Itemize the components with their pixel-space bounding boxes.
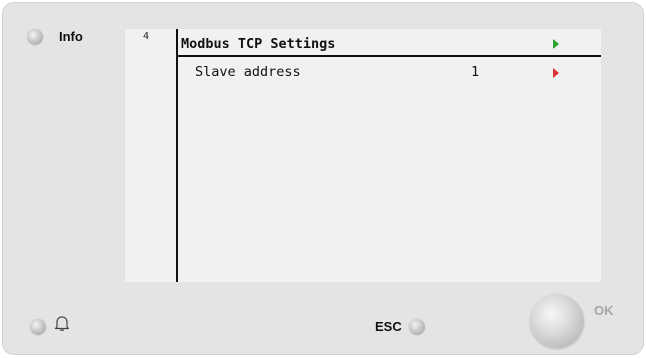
alarm-led[interactable] [30, 319, 46, 335]
info-led[interactable] [27, 29, 43, 45]
controller-panel: Info 4 Modbus TCP Settings Slave address… [2, 2, 644, 355]
esc-label: ESC [375, 319, 402, 334]
ok-knob[interactable] [530, 294, 584, 348]
slave-address-value[interactable]: 1 [471, 64, 479, 80]
title-underline [176, 55, 601, 57]
ok-label: OK [594, 303, 614, 318]
slave-address-label: Slave address [195, 64, 301, 80]
esc-button[interactable] [409, 319, 425, 335]
bell-icon[interactable] [54, 314, 70, 332]
page-number: 4 [143, 31, 150, 42]
play-arrow-icon [553, 39, 559, 49]
vertical-divider [176, 29, 178, 282]
screen-title: Modbus TCP Settings [181, 36, 336, 52]
display-screen: 4 Modbus TCP Settings Slave address 1 [125, 29, 601, 282]
info-label: Info [59, 29, 83, 44]
play-arrow-icon[interactable] [553, 68, 559, 78]
